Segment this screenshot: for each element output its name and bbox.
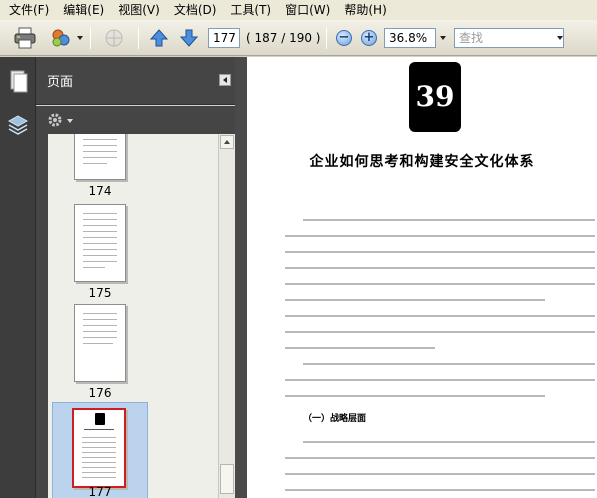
chevron-left-icon bbox=[223, 77, 227, 83]
pages-panel-header: 页面 bbox=[36, 57, 238, 105]
body-text-line bbox=[303, 219, 595, 221]
printer-icon bbox=[14, 27, 36, 49]
page-number-input[interactable]: 177 bbox=[208, 28, 240, 48]
navigation-strip bbox=[0, 57, 36, 498]
body-text-line bbox=[285, 235, 595, 237]
chapter-number: 39 bbox=[409, 62, 461, 132]
previous-page-button[interactable] bbox=[148, 27, 170, 49]
panel-title: 页面 bbox=[47, 75, 74, 90]
body-text-line bbox=[285, 457, 595, 459]
body-text-line bbox=[303, 363, 595, 365]
menu-help[interactable]: 帮助(H) bbox=[337, 0, 393, 20]
body-text-line bbox=[303, 441, 595, 443]
scroll-up-button[interactable] bbox=[220, 135, 234, 149]
options-button[interactable] bbox=[46, 110, 74, 130]
page-thumbnail-selected[interactable] bbox=[72, 408, 126, 488]
thumbnail-list[interactable]: 174 175 176 177 bbox=[48, 134, 218, 498]
menu-edit[interactable]: 编辑(E) bbox=[56, 0, 111, 20]
collapse-panel-button[interactable] bbox=[219, 74, 231, 86]
panel-options-bar bbox=[36, 106, 238, 134]
scrollbar-thumb[interactable] bbox=[220, 464, 234, 494]
plus-icon: + bbox=[363, 30, 375, 45]
menu-file[interactable]: 文件(F) bbox=[2, 0, 56, 20]
search-input[interactable]: 查找 bbox=[454, 28, 564, 48]
zoom-input[interactable]: 36.8% bbox=[384, 28, 436, 48]
toolbar: 177 ( 187 / 190 ) − + 36.8% 查找 bbox=[0, 20, 597, 56]
thumbnail-scrollbar[interactable] bbox=[218, 134, 235, 498]
next-page-button[interactable] bbox=[178, 27, 200, 49]
body-text-line bbox=[285, 299, 545, 301]
collaborate-icon bbox=[52, 29, 70, 47]
layers-icon bbox=[7, 115, 29, 135]
body-text-line bbox=[285, 395, 545, 397]
menu-view[interactable]: 视图(V) bbox=[111, 0, 167, 20]
minus-icon: − bbox=[338, 30, 350, 45]
page-thumbnail[interactable] bbox=[74, 304, 126, 382]
body-text-line bbox=[285, 347, 435, 349]
body-text-line bbox=[285, 379, 595, 381]
zoom-out-button[interactable]: − bbox=[336, 30, 352, 46]
chevron-up-icon bbox=[224, 140, 230, 144]
page-thumbnail[interactable] bbox=[74, 204, 126, 282]
body-text-line bbox=[285, 315, 595, 317]
body-text-line bbox=[285, 489, 595, 491]
zoom-dropdown-icon[interactable] bbox=[440, 36, 446, 40]
thumbnail-label: 175 bbox=[88, 286, 112, 300]
menu-tools[interactable]: 工具(T) bbox=[223, 0, 278, 20]
chevron-down-icon bbox=[67, 119, 73, 123]
body-text-line bbox=[285, 251, 595, 253]
arrow-up-icon bbox=[149, 29, 169, 47]
layers-panel-button[interactable] bbox=[6, 113, 30, 137]
search-dropdown-icon[interactable] bbox=[557, 36, 563, 40]
arrow-down-icon bbox=[179, 29, 199, 47]
thumbnail-label: 177 bbox=[88, 485, 112, 498]
create-button[interactable] bbox=[48, 26, 74, 50]
zoom-in-button[interactable]: + bbox=[361, 30, 377, 46]
body-text-line bbox=[285, 267, 595, 269]
disabled-tool-button bbox=[100, 26, 128, 50]
page-thumbnail[interactable] bbox=[74, 134, 126, 180]
body-text-line bbox=[285, 283, 595, 285]
page-icon bbox=[10, 70, 28, 93]
body-text-line bbox=[285, 473, 595, 475]
section-heading: （一）战略层面 bbox=[303, 414, 367, 424]
thumbnail-label: 174 bbox=[88, 184, 112, 198]
document-title: 企业如何思考和构建安全文化体系 bbox=[309, 154, 535, 170]
body-text-line bbox=[285, 331, 595, 333]
globe-icon bbox=[105, 29, 123, 47]
page-count-label: ( 187 / 190 ) bbox=[246, 31, 321, 45]
pages-panel-button[interactable] bbox=[7, 69, 29, 95]
gear-icon bbox=[48, 113, 62, 127]
document-view[interactable]: 39 企业如何思考和构建安全文化体系 （一）战略层面 bbox=[247, 57, 597, 498]
menu-bar: 文件(F) 编辑(E) 视图(V) 文档(D) 工具(T) 窗口(W) 帮助(H… bbox=[0, 0, 597, 20]
chevron-down-icon[interactable] bbox=[77, 36, 83, 40]
menu-document[interactable]: 文档(D) bbox=[167, 0, 224, 20]
print-button[interactable] bbox=[12, 26, 38, 50]
thumbnail-label: 176 bbox=[88, 386, 112, 400]
menu-window[interactable]: 窗口(W) bbox=[278, 0, 337, 20]
